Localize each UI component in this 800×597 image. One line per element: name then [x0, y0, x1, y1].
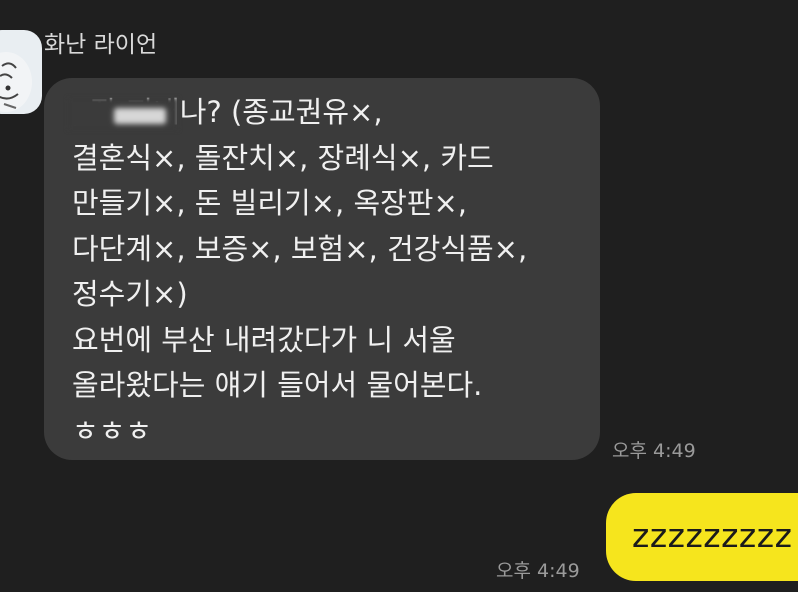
outgoing-message-time: 오후 4:49	[496, 560, 580, 582]
sender-name: 화난 라이언	[44, 32, 158, 58]
chat-screen: 화난 라이언 , 잘 지내나? (종교권유×, 결혼식×, 돌잔치×, 장례식×…	[0, 0, 798, 592]
outgoing-message-text: zzzzzzzzz	[632, 516, 793, 555]
redacted-name-blur	[68, 98, 178, 130]
ryan-character-icon	[0, 52, 32, 112]
incoming-message-time: 오후 4:49	[612, 440, 696, 462]
sender-avatar[interactable]	[0, 30, 42, 114]
incoming-message-text: , 잘 지내나? (종교권유×, 결혼식×, 돌잔치×, 장례식×, 카드 만들…	[72, 95, 528, 448]
outgoing-message-bubble[interactable]: zzzzzzzzz	[606, 493, 798, 581]
